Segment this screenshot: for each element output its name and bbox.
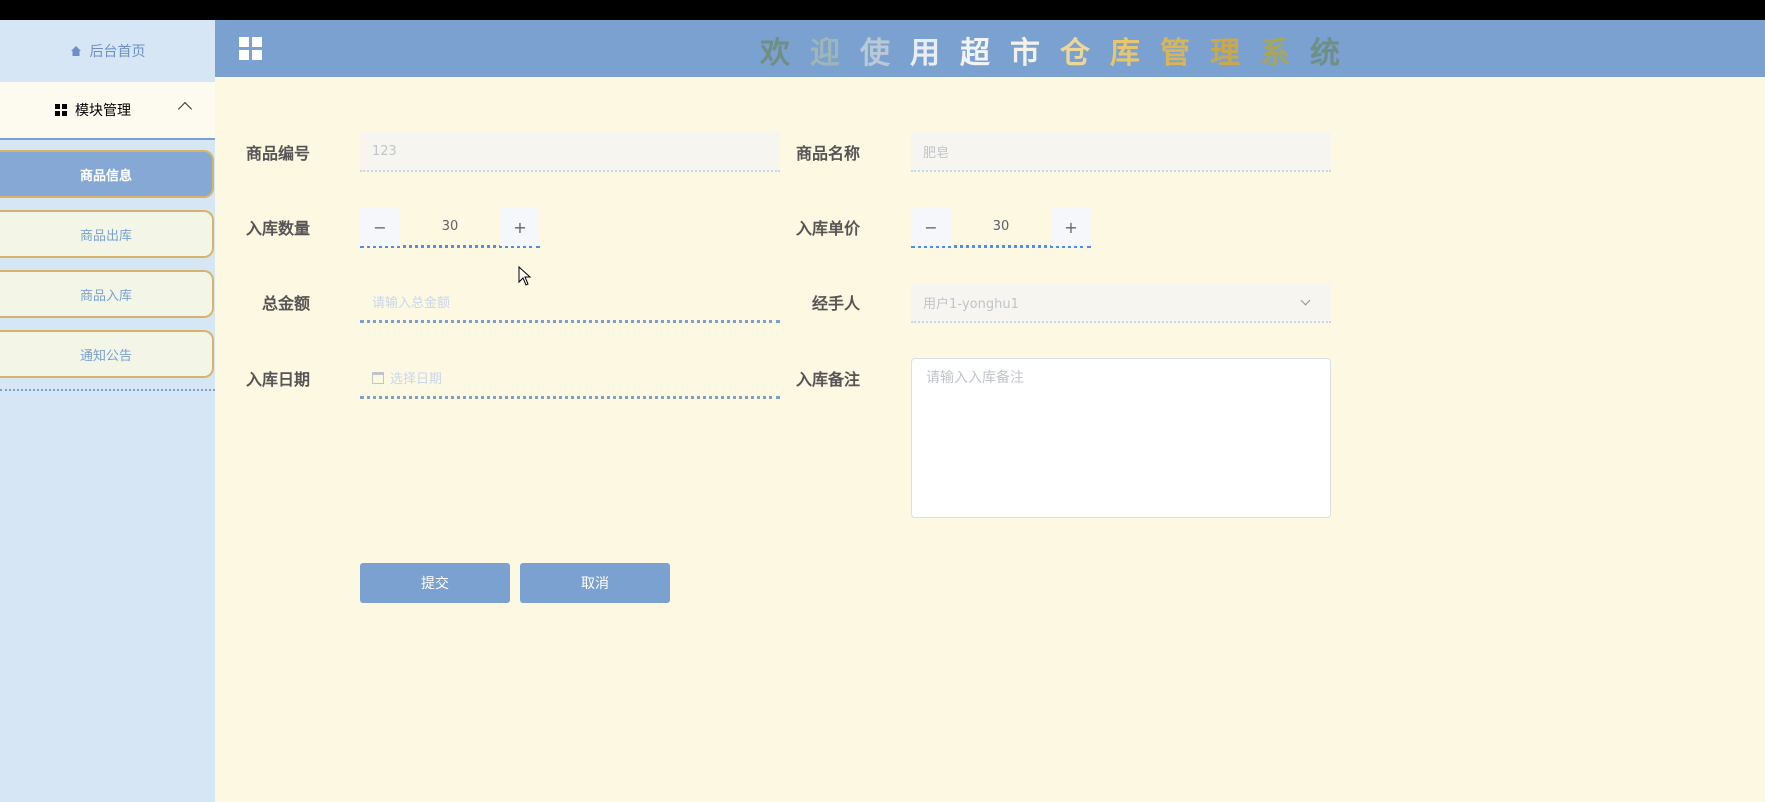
title-char: 迎 <box>810 36 860 71</box>
in-price-label: 入库单价 <box>795 219 860 238</box>
sidebar: 后台首页 模块管理 商品信息 商品出库 商品入库 通知公告 <box>0 20 215 802</box>
product-code-field[interactable]: 123 <box>360 132 780 172</box>
title-char: 仓 <box>1060 36 1110 71</box>
grid-icon <box>55 104 67 116</box>
increment-button[interactable]: + <box>500 208 540 246</box>
decrement-button[interactable]: − <box>911 208 951 246</box>
total-placeholder: 请输入总金额 <box>372 296 451 311</box>
sidebar-item-product-info[interactable]: 商品信息 <box>0 150 214 198</box>
in-note-placeholder: 请输入入库备注 <box>926 370 1024 386</box>
title-char: 市 <box>1010 36 1060 71</box>
handler-value: 用户1-yonghu1 <box>923 296 1019 312</box>
handler-select[interactable]: 用户1-yonghu1 <box>911 283 1331 323</box>
main-form: 商品编号 123 商品名称 肥皂 入库数量 − 30 + 入库单价 − 30 +… <box>215 77 1765 802</box>
in-quantity-label: 入库数量 <box>245 219 310 238</box>
in-note-textarea[interactable]: 请输入入库备注 <box>911 358 1331 518</box>
in-price-value[interactable]: 30 <box>951 208 1051 245</box>
total-label: 总金额 <box>261 294 310 313</box>
sidebar-item-label: 商品入库 <box>79 288 132 304</box>
title-char: 管 <box>1160 36 1210 71</box>
product-code-label: 商品编号 <box>245 144 310 163</box>
title-char: 使 <box>860 36 910 71</box>
title-char: 超 <box>960 36 1010 71</box>
sidebar-item-label: 商品出库 <box>79 228 132 244</box>
sidebar-item-home-label: 后台首页 <box>89 44 146 60</box>
sidebar-item-label: 通知公告 <box>79 348 132 364</box>
title-char: 理 <box>1210 36 1260 71</box>
apps-icon[interactable] <box>239 37 262 60</box>
in-date-label: 入库日期 <box>245 370 310 389</box>
home-icon <box>70 46 81 56</box>
title-char: 欢 <box>760 36 810 71</box>
product-name-label: 商品名称 <box>795 144 860 163</box>
in-quantity-value[interactable]: 30 <box>400 208 500 245</box>
product-name-value: 肥皂 <box>923 145 950 161</box>
in-quantity-stepper[interactable]: − 30 + <box>360 208 540 248</box>
sidebar-item-notice[interactable]: 通知公告 <box>0 330 214 378</box>
sidebar-item-product-out[interactable]: 商品出库 <box>0 210 214 258</box>
in-note-label: 入库备注 <box>795 370 860 389</box>
title-char: 统 <box>1310 36 1360 71</box>
sidebar-menu: 商品信息 商品出库 商品入库 通知公告 <box>0 150 215 390</box>
page-title: 欢迎使用超市仓库管理系统 <box>760 28 1360 72</box>
increment-button[interactable]: + <box>1051 208 1091 246</box>
mouse-cursor-icon <box>518 266 532 286</box>
cancel-button[interactable]: 取消 <box>520 563 670 603</box>
title-char: 系 <box>1260 36 1310 71</box>
calendar-icon <box>372 371 384 384</box>
sidebar-divider <box>0 389 215 391</box>
sidebar-item-home[interactable]: 后台首页 <box>0 20 215 82</box>
in-price-stepper[interactable]: − 30 + <box>911 208 1091 248</box>
header: 欢迎使用超市仓库管理系统 <box>215 20 1765 77</box>
product-code-value: 123 <box>372 143 397 159</box>
chevron-up-icon <box>177 101 193 117</box>
window-top-bar <box>0 0 1765 20</box>
title-char: 用 <box>910 36 960 71</box>
in-date-placeholder: 选择日期 <box>390 372 443 387</box>
sidebar-item-product-in[interactable]: 商品入库 <box>0 270 214 318</box>
product-name-field[interactable]: 肥皂 <box>911 132 1331 172</box>
handler-label: 经手人 <box>811 294 860 313</box>
chevron-down-icon <box>1300 295 1311 306</box>
submit-button[interactable]: 提交 <box>360 563 510 603</box>
in-date-picker[interactable]: 选择日期 <box>360 359 780 399</box>
total-input[interactable]: 请输入总金额 <box>360 283 780 323</box>
sidebar-item-label: 商品信息 <box>79 168 132 184</box>
decrement-button[interactable]: − <box>360 208 400 246</box>
sidebar-module-header[interactable]: 模块管理 <box>0 82 215 140</box>
title-char: 库 <box>1110 36 1160 71</box>
sidebar-module-label: 模块管理 <box>75 103 131 119</box>
